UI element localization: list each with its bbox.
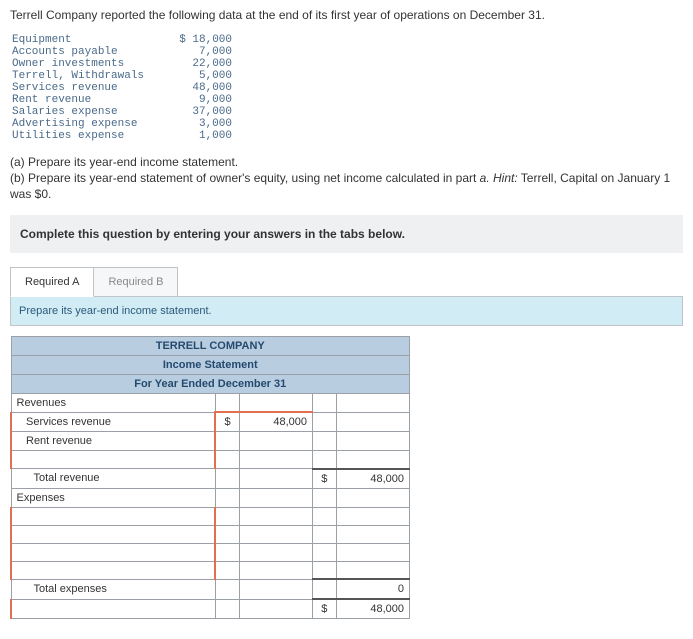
given-value: $ 18,000: [172, 34, 232, 46]
services-revenue-value[interactable]: 48,000: [239, 412, 312, 432]
given-label: Accounts payable: [12, 46, 172, 58]
given-label: Utilities expense: [12, 130, 172, 142]
cell[interactable]: [312, 451, 336, 469]
cell[interactable]: [312, 412, 336, 432]
cell[interactable]: [215, 525, 239, 543]
cell[interactable]: [215, 543, 239, 561]
questions-block: (a) Prepare its year-end income statemen…: [10, 154, 683, 203]
instruction-bar: Complete this question by entering your …: [10, 215, 683, 253]
cell[interactable]: [215, 432, 239, 451]
cell[interactable]: [239, 579, 312, 599]
cell[interactable]: [215, 579, 239, 599]
blank-row-label[interactable]: [11, 451, 215, 469]
cell[interactable]: [336, 543, 409, 561]
given-value: 3,000: [172, 118, 232, 130]
problem-intro: Terrell Company reported the following d…: [10, 8, 683, 22]
stmt-title: Income Statement: [11, 355, 410, 374]
cell[interactable]: [239, 599, 312, 619]
given-value: 5,000: [172, 70, 232, 82]
cell[interactable]: [312, 579, 336, 599]
cell[interactable]: [312, 525, 336, 543]
net-income-label[interactable]: [11, 599, 215, 619]
tab-panel: Prepare its year-end income statement. T…: [10, 296, 683, 620]
given-value: 7,000: [172, 46, 232, 58]
cell[interactable]: [312, 543, 336, 561]
cell[interactable]: [239, 525, 312, 543]
given-value: 22,000: [172, 58, 232, 70]
cell[interactable]: [215, 469, 239, 489]
given-label: Rent revenue: [12, 94, 172, 106]
given-label: Owner investments: [12, 58, 172, 70]
cell[interactable]: [239, 451, 312, 469]
part-b-ref: a.: [480, 171, 493, 185]
currency-cell[interactable]: $: [312, 469, 336, 489]
cell[interactable]: [336, 451, 409, 469]
cell[interactable]: [312, 393, 336, 412]
given-label: Equipment: [12, 34, 172, 46]
cell[interactable]: [239, 393, 312, 412]
cell[interactable]: [239, 507, 312, 525]
total-expenses-value[interactable]: 0: [336, 579, 409, 599]
cell[interactable]: [239, 469, 312, 489]
revenues-heading: Revenues: [11, 393, 215, 412]
tabs: Required A Required B: [10, 267, 683, 297]
cell[interactable]: [336, 412, 409, 432]
cell[interactable]: [215, 488, 239, 507]
cell[interactable]: [312, 432, 336, 451]
cell[interactable]: [239, 432, 312, 451]
cell[interactable]: [215, 451, 239, 469]
cell[interactable]: [312, 561, 336, 579]
net-income-value[interactable]: 48,000: [336, 599, 409, 619]
cell[interactable]: [215, 561, 239, 579]
currency-cell[interactable]: $: [215, 412, 239, 432]
cell[interactable]: [336, 488, 409, 507]
given-value: 1,000: [172, 130, 232, 142]
given-label: Services revenue: [12, 82, 172, 94]
given-label: Terrell, Withdrawals: [12, 70, 172, 82]
tab-required-b[interactable]: Required B: [94, 267, 178, 297]
cell[interactable]: [336, 432, 409, 451]
stmt-company: TERRELL COMPANY: [11, 336, 410, 355]
cell[interactable]: [215, 507, 239, 525]
cell[interactable]: [215, 393, 239, 412]
part-b-label: (b): [10, 171, 25, 185]
expense-row[interactable]: [11, 507, 215, 525]
expenses-heading: Expenses: [11, 488, 215, 507]
cell[interactable]: [239, 543, 312, 561]
total-expenses-label: Total expenses: [11, 579, 215, 599]
given-label: Advertising expense: [12, 118, 172, 130]
cell[interactable]: [312, 488, 336, 507]
part-a-text: Prepare its year-end income statement.: [28, 155, 238, 169]
given-value: 48,000: [172, 82, 232, 94]
cell[interactable]: [336, 507, 409, 525]
currency-cell[interactable]: $: [312, 599, 336, 619]
hint-label: Hint:: [493, 171, 518, 185]
income-statement-table: TERRELL COMPANY Income Statement For Yea…: [10, 336, 410, 620]
given-value: 9,000: [172, 94, 232, 106]
cell[interactable]: [215, 599, 239, 619]
given-data-table: Equipment$ 18,000 Accounts payable7,000 …: [12, 34, 683, 142]
total-revenue-value[interactable]: 48,000: [336, 469, 409, 489]
rent-revenue-label[interactable]: Rent revenue: [11, 432, 215, 451]
part-b-text: Prepare its year-end statement of owner'…: [28, 171, 480, 185]
part-a-label: (a): [10, 155, 25, 169]
panel-prompt: Prepare its year-end income statement.: [10, 297, 683, 326]
cell[interactable]: [336, 525, 409, 543]
total-revenue-label: Total revenue: [11, 469, 215, 489]
stmt-period: For Year Ended December 31: [11, 374, 410, 393]
given-value: 37,000: [172, 106, 232, 118]
expense-row[interactable]: [11, 543, 215, 561]
cell[interactable]: [239, 488, 312, 507]
cell[interactable]: [336, 561, 409, 579]
cell[interactable]: [336, 393, 409, 412]
cell[interactable]: [312, 507, 336, 525]
tab-required-a[interactable]: Required A: [10, 267, 94, 297]
given-label: Salaries expense: [12, 106, 172, 118]
services-revenue-label[interactable]: Services revenue: [11, 412, 215, 432]
cell[interactable]: [239, 561, 312, 579]
expense-row[interactable]: [11, 525, 215, 543]
expense-row[interactable]: [11, 561, 215, 579]
